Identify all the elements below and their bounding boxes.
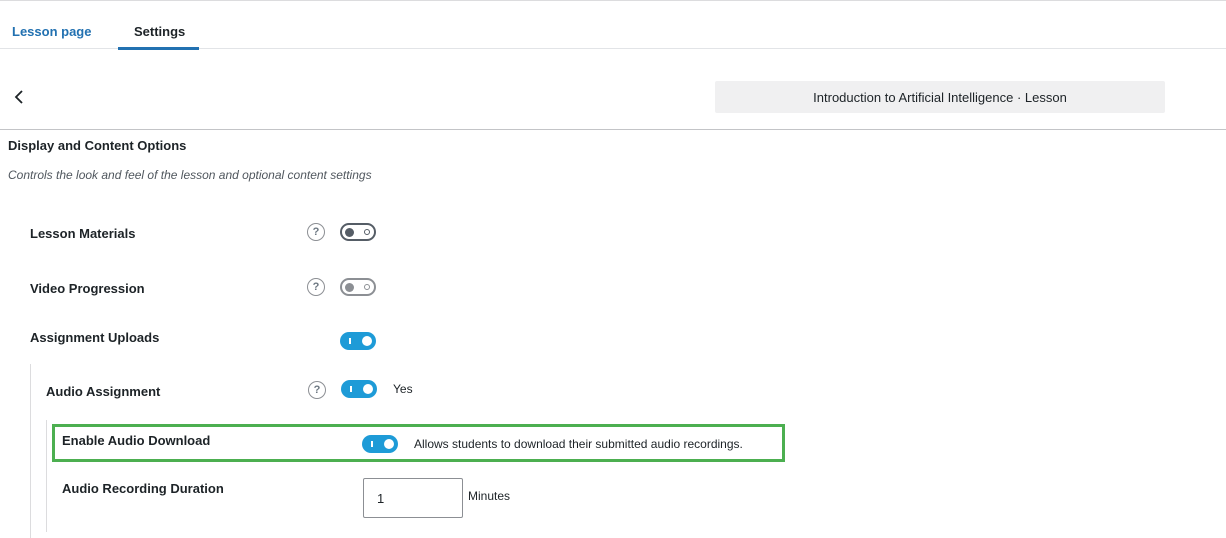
duration-unit-label: Minutes xyxy=(468,489,511,503)
help-icon[interactable]: ? xyxy=(307,223,325,241)
tab-lesson-page[interactable]: Lesson page xyxy=(12,24,91,39)
video-progression-label: Video Progression xyxy=(30,281,145,296)
section-title: Display and Content Options xyxy=(8,138,187,153)
lesson-materials-toggle[interactable] xyxy=(340,223,376,241)
toggle-knob xyxy=(384,439,394,449)
lesson-materials-label: Lesson Materials xyxy=(30,226,136,241)
audio-assignment-label: Audio Assignment xyxy=(46,384,161,399)
chevron-left-icon xyxy=(14,90,23,104)
toggle-knob xyxy=(345,283,354,292)
toggle-knob xyxy=(345,228,354,237)
assignment-uploads-label: Assignment Uploads xyxy=(30,330,160,345)
audio-assignment-toggle[interactable] xyxy=(341,380,377,398)
tab-settings[interactable]: Settings xyxy=(134,24,185,39)
toggle-knob xyxy=(362,336,372,346)
tab-bar: Lesson page Settings xyxy=(0,0,1226,50)
lesson-title-badge: Introduction to Artificial Intelligence … xyxy=(715,81,1165,113)
toggle-on-indicator xyxy=(349,338,351,344)
active-tab-indicator xyxy=(118,47,199,50)
nested-indent-line xyxy=(30,364,31,538)
header-divider xyxy=(0,129,1226,130)
back-button[interactable] xyxy=(12,88,28,106)
enable-audio-download-label: Enable Audio Download xyxy=(62,433,211,448)
help-icon[interactable]: ? xyxy=(307,278,325,296)
section-description: Controls the look and feel of the lesson… xyxy=(8,168,372,182)
audio-assignment-value: Yes xyxy=(393,382,413,396)
enable-audio-download-description: Allows students to download their submit… xyxy=(414,437,743,451)
enable-audio-download-toggle[interactable] xyxy=(362,435,398,453)
help-icon[interactable]: ? xyxy=(308,381,326,399)
toggle-off-indicator xyxy=(364,229,370,235)
audio-recording-duration-input[interactable] xyxy=(363,478,463,518)
toggle-on-indicator xyxy=(371,441,373,447)
video-progression-toggle[interactable] xyxy=(340,278,376,296)
assignment-uploads-toggle[interactable] xyxy=(340,332,376,350)
toggle-off-indicator xyxy=(364,284,370,290)
audio-recording-duration-label: Audio Recording Duration xyxy=(62,481,224,496)
toggle-on-indicator xyxy=(350,386,352,392)
nested-indent-line xyxy=(46,420,47,532)
toggle-knob xyxy=(363,384,373,394)
